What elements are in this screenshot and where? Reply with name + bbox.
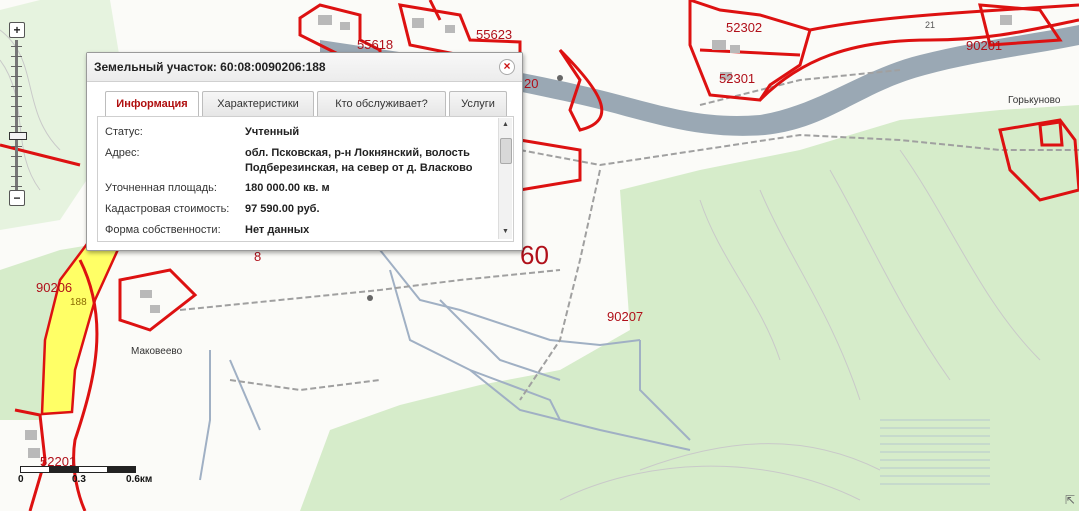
parcel-label: 90206 bbox=[36, 280, 73, 295]
field-label-area: Уточненная площадь: bbox=[105, 182, 217, 194]
selected-parcel-label: 188 bbox=[70, 297, 87, 308]
close-icon[interactable]: × bbox=[499, 59, 515, 75]
scale-segment bbox=[107, 466, 136, 473]
scroll-down-icon[interactable]: ▼ bbox=[501, 227, 510, 237]
zoom-tick bbox=[11, 126, 22, 127]
zoom-tick bbox=[11, 86, 22, 87]
village-label: Маковеево bbox=[131, 346, 183, 357]
parcel-label: 8 bbox=[254, 249, 262, 264]
resize-handle-icon[interactable]: ⇱ bbox=[1065, 493, 1075, 507]
parcel-label: 52302 bbox=[726, 20, 763, 35]
popup-scrollbar[interactable]: ▲ ▼ bbox=[498, 118, 512, 239]
zoom-tick bbox=[11, 146, 22, 147]
zoom-tick bbox=[11, 156, 22, 157]
scale-label: 0.3 bbox=[72, 474, 86, 485]
scale-segment bbox=[20, 466, 50, 473]
parcel-label: 55618 bbox=[357, 37, 394, 52]
field-value-address-line1: обл. Псковская, р-н Локнянский, волость bbox=[245, 147, 470, 159]
field-label-address: Адрес: bbox=[105, 147, 140, 159]
zoom-tick bbox=[11, 106, 22, 107]
parcel-info-popup: Земельный участок: 60:08:0090206:188 × И… bbox=[86, 52, 523, 251]
popup-content[interactable]: Статус: Учтенный Адрес: обл. Псковская, … bbox=[97, 116, 514, 242]
scale-segment bbox=[49, 466, 79, 473]
parcel-label: 90207 bbox=[607, 309, 644, 324]
zoom-tick bbox=[11, 116, 22, 117]
scale-label: 0 bbox=[18, 474, 24, 485]
scale-label: 0.6км bbox=[126, 474, 153, 485]
zoom-tick bbox=[11, 96, 22, 97]
field-value-cadastral-cost: 97 590.00 руб. bbox=[245, 203, 320, 215]
field-value-status: Учтенный bbox=[245, 126, 300, 138]
village-label: Горькуново bbox=[1008, 95, 1061, 106]
zoom-tick bbox=[11, 46, 22, 47]
scale-segment bbox=[78, 466, 108, 473]
zoom-control: + − bbox=[9, 22, 27, 206]
zoom-tick bbox=[11, 76, 22, 77]
zoom-in-icon[interactable]: + bbox=[9, 22, 25, 38]
field-value-address-line2: Подберезинская, на север от д. Власково bbox=[245, 162, 473, 174]
scrollbar-thumb[interactable] bbox=[500, 138, 512, 164]
tab-services[interactable]: Услуги bbox=[449, 91, 507, 116]
zoom-tick bbox=[11, 66, 22, 67]
field-value-area: 180 000.00 кв. м bbox=[245, 182, 330, 194]
scroll-up-icon[interactable]: ▲ bbox=[501, 120, 510, 130]
tab-characteristics[interactable]: Характеристики bbox=[202, 91, 314, 116]
zoom-tick bbox=[11, 176, 22, 177]
zoom-out-icon[interactable]: − bbox=[9, 190, 25, 206]
zoom-slider-thumb[interactable] bbox=[9, 131, 27, 140]
popup-header: Земельный участок: 60:08:0090206:188 × bbox=[87, 53, 522, 82]
zoom-tick bbox=[11, 56, 22, 57]
region-label: 60 bbox=[520, 240, 549, 270]
field-value-ownership: Нет данных bbox=[245, 224, 310, 236]
tab-who-serves[interactable]: Кто обслуживает? bbox=[317, 91, 446, 116]
field-label-ownership: Форма собственности: bbox=[105, 224, 221, 236]
parcel-label: 90201 bbox=[966, 38, 1003, 53]
parcel-label: 55623 bbox=[476, 27, 513, 42]
parcel-label: 20 bbox=[524, 76, 539, 91]
road-label: 21 bbox=[925, 20, 936, 30]
field-label-status: Статус: bbox=[105, 126, 143, 138]
zoom-tick bbox=[11, 186, 22, 187]
zoom-tick bbox=[11, 166, 22, 167]
parcel-label: 52301 bbox=[719, 71, 756, 86]
scale-bar: 0 0.3 0.6км bbox=[18, 462, 190, 490]
tab-information[interactable]: Информация bbox=[105, 91, 199, 117]
field-label-cadastral-cost: Кадастровая стоимость: bbox=[105, 203, 230, 215]
popup-title: Земельный участок: 60:08:0090206:188 bbox=[94, 60, 326, 74]
